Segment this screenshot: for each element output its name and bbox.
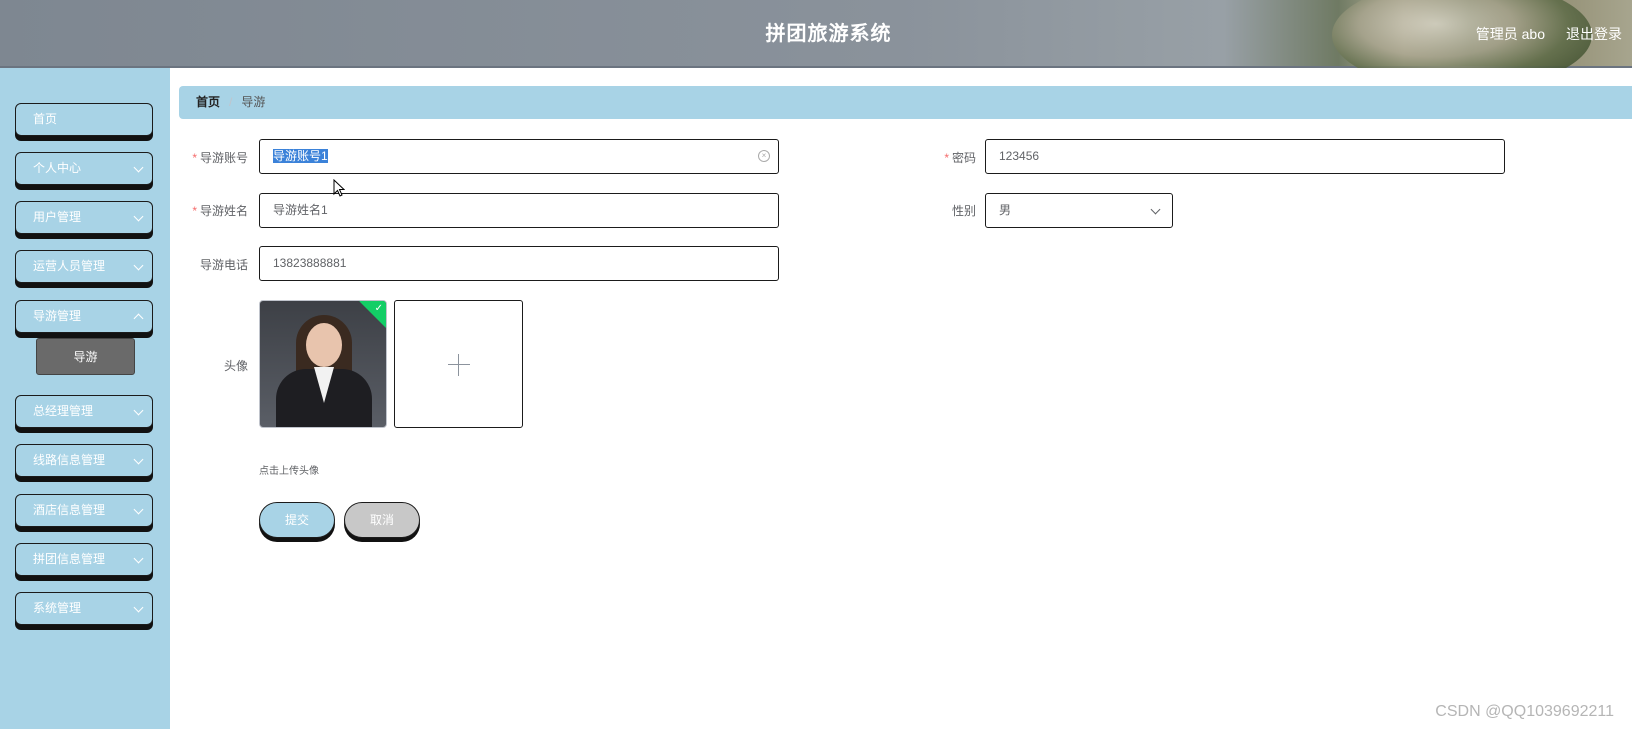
avatar-label: 头像 [223, 359, 248, 373]
phone-label: 导游电话 [199, 258, 248, 272]
sidebar-item-label: 酒店信息管理 [33, 503, 106, 517]
name-label: * 导游姓名 [192, 204, 248, 218]
account-label: * 导游账号 [192, 151, 248, 165]
chevron-down-icon [133, 454, 144, 465]
app-title: 拼团旅游系统 [765, 23, 892, 45]
sidebar-item-home[interactable]: 首页 [15, 103, 153, 136]
required-asterisk: * [944, 151, 949, 165]
sidebar-item-label: 用户管理 [33, 210, 82, 224]
chevron-down-icon [133, 504, 144, 515]
watermark: CSDN @QQ1039692211 [1435, 703, 1614, 720]
avatar-upload-button[interactable] [394, 300, 523, 428]
chevron-down-icon [133, 553, 144, 564]
sidebar-item-system-management[interactable]: 系统管理 [15, 592, 153, 625]
sidebar-item-general-manager-management[interactable]: 总经理管理 [15, 395, 153, 428]
sidebar-item-label: 导游管理 [33, 309, 82, 323]
sidebar-item-hotel-management[interactable]: 酒店信息管理 [15, 494, 153, 527]
chevron-down-icon [1150, 204, 1161, 215]
plus-icon [448, 364, 470, 365]
top-header: 拼团旅游系统 管理员 abo 退出登录 [0, 0, 1632, 68]
submit-button[interactable]: 提交 [259, 502, 335, 538]
sidebar-item-route-management[interactable]: 线路信息管理 [15, 444, 153, 477]
sidebar-subitem-guide[interactable]: 导游 [36, 338, 135, 375]
sidebar-item-user-management[interactable]: 用户管理 [15, 201, 153, 234]
chevron-down-icon [133, 260, 144, 271]
chevron-down-icon [133, 602, 144, 613]
sidebar-item-personal-center[interactable]: 个人中心 [15, 152, 153, 185]
logout-link[interactable]: 退出登录 [1566, 24, 1622, 44]
chevron-down-icon [133, 162, 144, 173]
upload-tip: 点击上传头像 [259, 466, 319, 477]
sidebar-item-guide-management[interactable]: 导游管理 [15, 300, 153, 333]
chevron-up-icon [133, 313, 144, 324]
phone-input[interactable]: 13823888881 [259, 246, 779, 281]
sidebar-item-label: 系统管理 [33, 601, 82, 615]
sidebar: 首页 个人中心 用户管理 运营人员管理 导游管理 导游 总经理管理 线路信息管理… [0, 68, 170, 729]
name-input[interactable]: 导游姓名1 [259, 193, 779, 228]
cancel-button[interactable]: 取消 [344, 502, 420, 538]
sidebar-item-label: 首页 [33, 112, 58, 126]
chevron-down-icon [133, 211, 144, 222]
phone-value: 13823888881 [273, 256, 347, 270]
clear-icon[interactable]: × [758, 150, 770, 162]
check-icon: ✓ [374, 303, 383, 314]
account-value: 导游账号1 [273, 149, 328, 163]
gender-label: 性别 [951, 204, 976, 218]
account-input[interactable]: 导游账号1 × [259, 139, 779, 174]
sidebar-item-label: 拼团信息管理 [33, 552, 106, 566]
password-input[interactable]: 123456 [985, 139, 1505, 174]
breadcrumb: 首页 / 导游 [179, 86, 1632, 119]
avatar-image[interactable]: ✓ [259, 300, 387, 428]
name-value: 导游姓名1 [273, 203, 328, 217]
required-asterisk: * [192, 151, 197, 165]
sidebar-item-operator-management[interactable]: 运营人员管理 [15, 250, 153, 283]
sidebar-item-label: 个人中心 [33, 161, 82, 175]
breadcrumb-current: 导游 [241, 95, 266, 109]
chevron-down-icon [133, 405, 144, 416]
password-label: * 密码 [944, 151, 976, 165]
required-asterisk: * [192, 204, 197, 218]
sidebar-item-label: 运营人员管理 [33, 259, 106, 273]
breadcrumb-home[interactable]: 首页 [196, 95, 220, 109]
current-user: 管理员 abo [1475, 26, 1545, 42]
gender-select[interactable]: 男 [985, 193, 1173, 228]
password-value: 123456 [999, 149, 1040, 163]
gender-value: 男 [999, 203, 1012, 217]
sidebar-item-group-tour-management[interactable]: 拼团信息管理 [15, 543, 153, 576]
sidebar-item-label: 总经理管理 [33, 404, 94, 418]
sidebar-item-label: 线路信息管理 [33, 453, 106, 467]
breadcrumb-separator: / [229, 95, 233, 109]
